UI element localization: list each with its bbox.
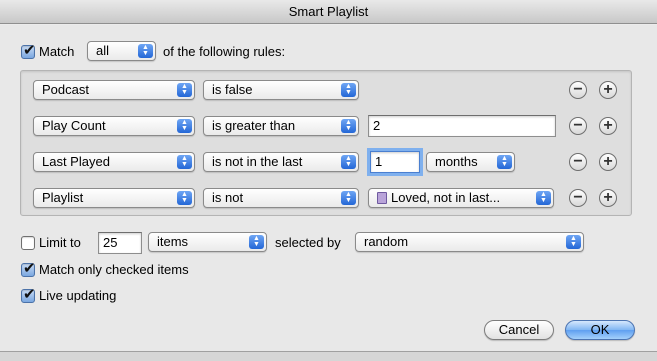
updown-arrows-icon: ▲ ▼ [497,155,512,169]
cancel-button[interactable]: Cancel [484,320,554,340]
updown-arrows-icon: ▲ ▼ [177,119,192,133]
selected-by-popup[interactable]: random ▲ ▼ [355,232,584,252]
background-window-strip [0,351,657,361]
rule-4-field-popup[interactable]: Playlist ▲ ▼ [33,188,195,208]
rule-3-field-popup[interactable]: Last Played ▲ ▼ [33,152,195,172]
rule-3-value-field[interactable]: 1 [367,148,423,176]
rule-1-operator-popup[interactable]: is false ▲ ▼ [203,80,359,100]
rule-2-field-value: Play Count [42,118,106,133]
rule-1-field-popup[interactable]: Podcast ▲ ▼ [33,80,195,100]
rule-4-field-value: Playlist [42,190,84,205]
updown-arrows-icon: ▲ ▼ [341,191,356,205]
window-titlebar: Smart Playlist [0,0,657,24]
checkmark-icon: ✔ [23,260,36,277]
rule-3-field-value: Last Played [42,154,110,169]
selected-by-value: random [364,234,409,249]
live-updating-label: Live updating [39,288,117,303]
limit-checkbox[interactable] [21,236,35,250]
updown-arrows-icon: ▲ ▼ [566,235,581,249]
live-updating-checkbox[interactable]: ✔ [21,286,36,303]
rule-4-operator-popup[interactable]: is not ▲ ▼ [203,188,359,208]
rule-2-add-button[interactable]: + [599,117,617,135]
playlist-icon [377,192,387,204]
ok-button[interactable]: OK [565,320,635,340]
match-checked-checkbox[interactable]: ✔ [21,260,36,277]
updown-arrows-icon: ▲ ▼ [138,44,153,58]
rule-3-operator-value: is not in the last [212,154,303,169]
match-checked-label: Match only checked items [39,262,189,277]
rule-3-unit-value: months [435,154,478,169]
rule-2-value-field[interactable]: 2 [368,115,556,137]
rule-3-remove-button[interactable]: − [569,153,587,171]
dialog-content: ✔ Match all ▲ ▼ of the following rules: P… [0,25,657,351]
rule-3-add-button[interactable]: + [599,153,617,171]
updown-arrows-icon: ▲ ▼ [249,235,264,249]
rules-box: Podcast ▲ ▼ is false ▲ ▼ − + Play Count ▲ ▼… [20,70,632,216]
match-mode-popup[interactable]: all ▲ ▼ [87,41,156,61]
rule-4-remove-button[interactable]: − [569,189,587,207]
limit-unit-popup[interactable]: items ▲ ▼ [148,232,267,252]
rule-4-add-button[interactable]: + [599,189,617,207]
rule-2-field-popup[interactable]: Play Count ▲ ▼ [33,116,195,136]
rule-2-remove-button[interactable]: − [569,117,587,135]
rule-1-remove-button[interactable]: − [569,81,587,99]
updown-arrows-icon: ▲ ▼ [536,191,551,205]
rule-1-field-value: Podcast [42,82,89,97]
rule-4-playlist-popup[interactable]: Loved, not in last... ▲ ▼ [368,188,554,208]
updown-arrows-icon: ▲ ▼ [177,191,192,205]
limit-label: Limit to [39,235,81,250]
match-checkbox[interactable]: ✔ [21,42,36,59]
rule-4-operator-value: is not [212,190,244,205]
updown-arrows-icon: ▲ ▼ [177,155,192,169]
checkmark-icon: ✔ [23,42,36,59]
checkmark-icon: ✔ [23,286,36,303]
updown-arrows-icon: ▲ ▼ [341,83,356,97]
updown-arrows-icon: ▲ ▼ [341,155,356,169]
rule-4-playlist-value: Loved, not in last... [391,190,501,205]
rule-1-add-button[interactable]: + [599,81,617,99]
rule-2-operator-value: is greater than [212,118,296,133]
rule-1-operator-value: is false [212,82,253,97]
updown-arrows-icon: ▲ ▼ [341,119,356,133]
limit-unit-value: items [157,234,189,249]
match-suffix-label: of the following rules: [163,44,286,59]
window-title: Smart Playlist [288,4,369,19]
match-label: Match [39,44,75,59]
match-mode-value: all [96,43,110,58]
rule-3-unit-popup[interactable]: months ▲ ▼ [426,152,515,172]
selected-by-label: selected by [275,235,341,250]
updown-arrows-icon: ▲ ▼ [177,83,192,97]
limit-value-field[interactable]: 25 [98,232,142,254]
rule-2-operator-popup[interactable]: is greater than ▲ ▼ [203,116,359,136]
rule-3-operator-popup[interactable]: is not in the last ▲ ▼ [203,152,359,172]
